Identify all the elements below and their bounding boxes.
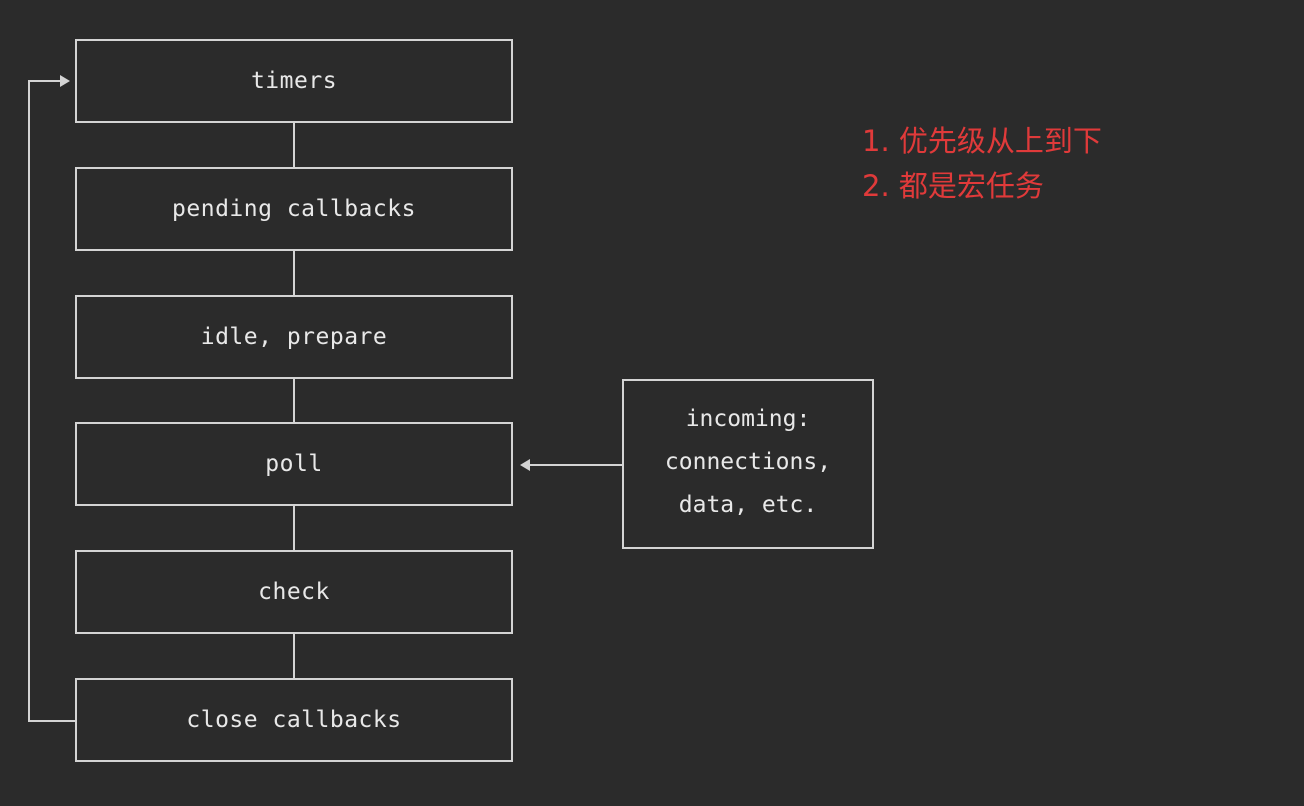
connector-pending-idle (293, 251, 295, 295)
incoming-arrow-icon (520, 459, 530, 471)
loop-back-vertical (28, 80, 30, 722)
phase-box-close-callbacks: close callbacks (75, 678, 513, 762)
phase-label: check (258, 579, 330, 605)
note-priority: 1. 优先级从上到下 (862, 124, 1102, 158)
loop-back-arrow-icon (60, 75, 70, 87)
loop-back-top (28, 80, 64, 82)
incoming-line: connections, (664, 449, 832, 475)
loop-back-bottom (28, 720, 75, 722)
connector-idle-poll (293, 379, 295, 422)
phase-box-pending-callbacks: pending callbacks (75, 167, 513, 251)
incoming-line: incoming: (685, 406, 811, 432)
note-macrotask: 2. 都是宏任务 (862, 169, 1044, 203)
connector-check-close (293, 634, 295, 678)
phase-box-timers: timers (75, 39, 513, 123)
phase-label: idle, prepare (200, 324, 388, 350)
incoming-arrow-line (528, 464, 622, 466)
phase-label: timers (250, 68, 338, 94)
incoming-box: incoming: connections, data, etc. (622, 379, 874, 549)
phase-label: pending callbacks (172, 196, 416, 222)
phase-box-check: check (75, 550, 513, 634)
phase-label: poll (265, 451, 323, 477)
phase-box-poll: poll (75, 422, 513, 506)
event-loop-diagram: timers pending callbacks idle, prepare p… (0, 0, 1304, 806)
incoming-line: data, etc. (678, 492, 818, 518)
connector-timers-pending (293, 123, 295, 167)
connector-poll-check (293, 506, 295, 550)
phase-box-idle-prepare: idle, prepare (75, 295, 513, 379)
phase-label: close callbacks (186, 707, 402, 733)
